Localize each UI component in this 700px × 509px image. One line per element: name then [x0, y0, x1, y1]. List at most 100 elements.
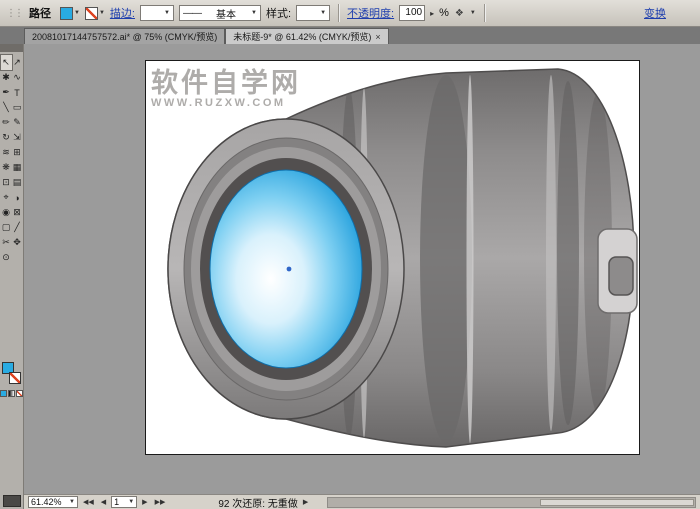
- magic-wand-tool[interactable]: ✱: [1, 70, 12, 85]
- brush-profile-value: 基本: [216, 6, 236, 21]
- paintbrush-tool[interactable]: ✏: [1, 115, 12, 130]
- document-tab-inactive[interactable]: 20081017144757572.ai* @ 75% (CMYK/预览): [24, 28, 225, 44]
- pencil-tool-icon: ✎: [13, 117, 21, 128]
- close-icon[interactable]: ×: [375, 32, 380, 42]
- scale-tool[interactable]: ⇲: [12, 130, 23, 145]
- crop-area-tool[interactable]: ▢: [1, 220, 12, 235]
- style-label: 样式:: [266, 5, 291, 21]
- tab-title: 未标题-9* @ 61.42% (CMYK/预览): [233, 30, 371, 43]
- blend-tool[interactable]: ◑: [12, 190, 23, 205]
- control-bar: ⋮⋮ 路径 ▼ ▼ 描边: ▼ —— 基本 ▼ 样式: ▼ 不透明度: 100 …: [0, 0, 700, 27]
- opacity-unit: %: [439, 7, 449, 19]
- toolbar-stroke-swatch[interactable]: [9, 372, 21, 384]
- crop-area-tool-icon: ▢: [2, 222, 11, 233]
- status-bar: 61.42% ▼ ◀◀ ◀ 1 ▼ ▶ ▶▶ 92 次还原: 无重做 ▶: [24, 494, 700, 509]
- last-page-button[interactable]: ▶▶: [153, 498, 168, 506]
- tools-panel-header[interactable]: [0, 44, 23, 52]
- paint-mode-row: [0, 390, 23, 397]
- page-number-select[interactable]: 1 ▼: [111, 496, 137, 508]
- rotate-tool[interactable]: ↻: [1, 130, 12, 145]
- blend-tool-icon: ◑: [14, 193, 19, 203]
- scissors-tool[interactable]: ✂: [1, 235, 12, 250]
- anchor-point[interactable]: [287, 267, 292, 272]
- symbol-sprayer-tool[interactable]: ❋: [1, 160, 12, 175]
- pen-tool[interactable]: ✒: [1, 85, 12, 100]
- gradient-tool-icon: ▤: [13, 177, 22, 188]
- live-paint-bucket-tool-icon: ◉: [2, 207, 10, 218]
- rectangle-tool-icon: ▭: [13, 102, 22, 113]
- chevron-down-icon[interactable]: ▼: [470, 10, 476, 16]
- screen-mode-button[interactable]: [3, 495, 21, 507]
- pencil-tool[interactable]: ✎: [12, 115, 23, 130]
- prev-page-button[interactable]: ◀: [99, 498, 108, 506]
- separator: [338, 4, 339, 22]
- brush-definition-select[interactable]: —— 基本 ▼: [179, 5, 261, 21]
- lens-glass[interactable]: [210, 170, 362, 368]
- scale-tool-icon: ⇲: [13, 132, 21, 143]
- first-page-button[interactable]: ◀◀: [81, 498, 96, 506]
- eyedropper-tool[interactable]: ⌖: [1, 190, 12, 205]
- page-number-value: 1: [114, 497, 119, 507]
- opacity-input[interactable]: 100: [399, 5, 425, 21]
- chevron-down-icon: ▼: [99, 10, 105, 16]
- next-page-button[interactable]: ▶: [140, 498, 149, 506]
- artboard[interactable]: 软件自学网 WWW.RUZXW.COM: [145, 60, 640, 455]
- type-tool-icon: T: [14, 88, 20, 98]
- scrollbar-thumb[interactable]: [540, 499, 694, 506]
- warp-tool-icon: ≋: [2, 147, 10, 158]
- live-paint-selection-tool[interactable]: ⊠: [12, 205, 23, 220]
- lasso-tool[interactable]: ∿: [12, 70, 23, 85]
- chevron-down-icon: ▼: [251, 10, 257, 16]
- graphic-style-icon[interactable]: ❖: [454, 8, 465, 19]
- stroke-weight-select[interactable]: ▼: [140, 5, 174, 21]
- selection-tool[interactable]: ↖: [1, 55, 12, 70]
- mesh-tool[interactable]: ⊡: [1, 175, 12, 190]
- brush-stroke-preview: ——: [183, 8, 201, 19]
- transform-link[interactable]: 变换: [644, 5, 666, 21]
- document-tab-active[interactable]: 未标题-9* @ 61.42% (CMYK/预览) ×: [225, 28, 388, 44]
- direct-selection-tool[interactable]: ↗: [12, 55, 23, 70]
- gradient-tool[interactable]: ▤: [12, 175, 23, 190]
- canvas[interactable]: 软件自学网 WWW.RUZXW.COM: [24, 44, 700, 494]
- line-tool-icon: ╲: [3, 102, 8, 113]
- hand-tool[interactable]: ✥: [12, 235, 23, 250]
- chevron-down-icon: ▼: [69, 499, 75, 505]
- live-paint-bucket-tool[interactable]: ◉: [1, 205, 12, 220]
- line-tool[interactable]: ╲: [1, 100, 12, 115]
- chevron-down-icon: ▼: [164, 10, 170, 16]
- symbol-sprayer-tool-icon: ❋: [2, 162, 10, 173]
- zoom-level-select[interactable]: 61.42% ▼: [28, 496, 78, 508]
- magic-wand-tool-icon: ✱: [2, 72, 10, 83]
- status-expand-icon[interactable]: ▶: [301, 498, 310, 506]
- stroke-color-swatch[interactable]: ▼: [85, 7, 105, 20]
- opacity-spinner-icon[interactable]: ▸: [430, 9, 434, 18]
- opacity-link[interactable]: 不透明度:: [347, 5, 394, 21]
- slice-tool[interactable]: ╱: [12, 220, 23, 235]
- lens-artwork[interactable]: [146, 61, 641, 456]
- latch[interactable]: [598, 229, 637, 313]
- chevron-down-icon: ▼: [320, 10, 326, 16]
- type-tool[interactable]: T: [12, 85, 23, 100]
- warp-tool[interactable]: ≋: [1, 145, 12, 160]
- gradient-mode-button[interactable]: [8, 390, 15, 397]
- chevron-down-icon: ▼: [74, 10, 80, 16]
- pen-tool-icon: ✒: [2, 87, 10, 98]
- fill-stroke-indicator: [1, 361, 23, 387]
- panel-grip-icon[interactable]: ⋮⋮: [6, 8, 22, 19]
- graph-tool-icon: ▦: [13, 162, 22, 173]
- style-select[interactable]: ▼: [296, 5, 330, 21]
- color-mode-button[interactable]: [0, 390, 7, 397]
- stroke-link[interactable]: 描边:: [110, 5, 135, 21]
- rectangle-tool[interactable]: ▭: [12, 100, 23, 115]
- free-transform-tool[interactable]: ⊞: [12, 145, 23, 160]
- free-transform-tool-icon: ⊞: [13, 147, 21, 158]
- eyedropper-tool-icon: ⌖: [3, 192, 8, 203]
- document-tab-bar: 20081017144757572.ai* @ 75% (CMYK/预览) 未标…: [0, 27, 700, 44]
- none-mode-button[interactable]: [16, 390, 23, 397]
- tools-panel: ↖↗✱∿✒ T ╲ ▭✏✎↻⇲≋⊞❋▦⊡▤ ⌖ ◑ ◉⊠▢╱✂✥⊙: [0, 44, 24, 509]
- zoom-tool[interactable]: ⊙: [1, 250, 12, 265]
- selection-tool-icon: ↖: [2, 57, 10, 68]
- horizontal-scrollbar[interactable]: [327, 497, 696, 508]
- graph-tool[interactable]: ▦: [12, 160, 23, 175]
- fill-color-swatch[interactable]: ▼: [60, 7, 80, 20]
